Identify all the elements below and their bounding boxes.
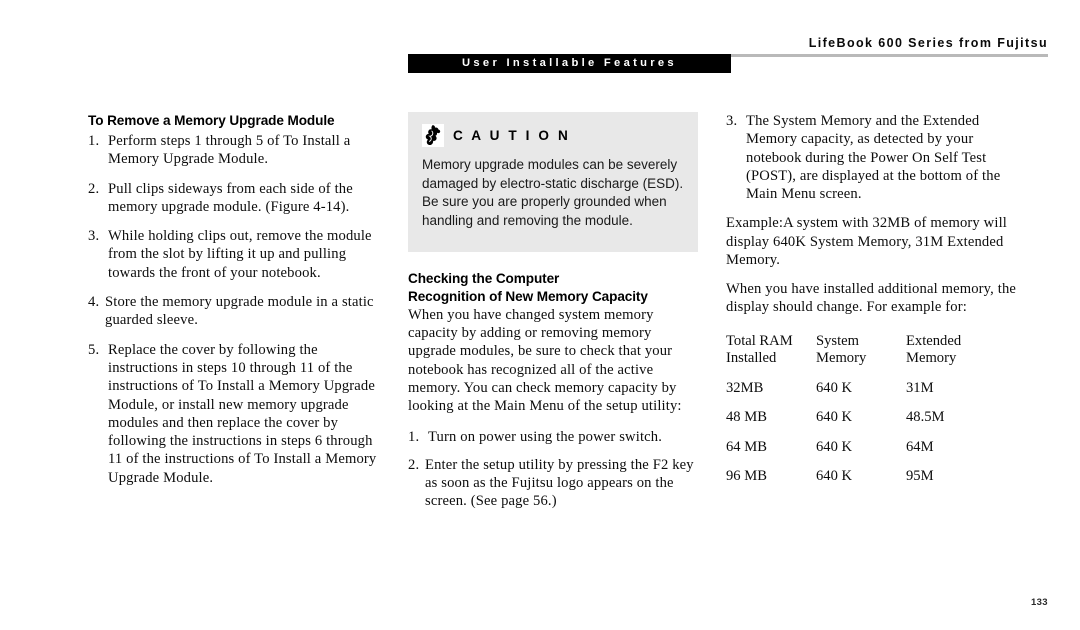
- caution-header: C A U T I O N: [422, 124, 684, 147]
- table-cell: 32MB: [726, 379, 764, 396]
- list-item-number: 1.: [408, 429, 420, 446]
- list-item-number: 2.: [88, 180, 100, 197]
- example-paragraph: Example:A system with 32MB of memory wil…: [726, 215, 1007, 268]
- left-column: To Remove a Memory Upgrade Module 1. Per…: [88, 112, 386, 498]
- table-cell: 640 K: [816, 379, 853, 396]
- document-page: LifeBook 600 Series from Fujitsu User In…: [0, 0, 1080, 630]
- table-cell: 640 K: [816, 409, 853, 426]
- table-cell: 64 MB: [726, 438, 767, 455]
- list-item-text: Perform steps 1 through 5 of To Install …: [108, 133, 351, 168]
- table-row: 64 MB 640 K 64M: [726, 427, 1012, 457]
- list-item-text: The System Memory and the Extended Memor…: [746, 113, 1001, 203]
- table-header-cell: Total RAM: [726, 332, 793, 349]
- list-item-text: Enter the setup utility by pressing the …: [425, 456, 694, 510]
- table-body: 32MB 640 K 31M 48 MB 640 K 48.5M 64 MB 6…: [726, 368, 1012, 486]
- check-memory-steps-continued: 3. The System Memory and the Extended Me…: [726, 112, 1026, 203]
- table-cell: 640 K: [816, 438, 853, 455]
- list-item-text: Turn on power using the power switch.: [428, 429, 663, 446]
- table-cell: 64M: [906, 438, 934, 455]
- table-cell: 31M: [906, 379, 934, 396]
- table-header-row: Installed Memory Memory: [726, 350, 1012, 368]
- list-item-text: While holding clips out, remove the modu…: [108, 228, 372, 281]
- table-head: Total RAM System Extended Installed Memo…: [726, 333, 1012, 368]
- caution-title: C A U T I O N: [453, 128, 571, 143]
- list-item-number: 3.: [726, 113, 738, 129]
- table-cell: 96 MB: [726, 468, 767, 485]
- list-item: 1. Perform steps 1 through 5 of To Insta…: [88, 132, 386, 169]
- list-item: 3. The System Memory and the Extended Me…: [726, 112, 1026, 203]
- list-item-number: 1.: [88, 133, 100, 149]
- table-header-row: Total RAM System Extended: [726, 333, 1012, 351]
- list-item: 3. While holding clips out, remove the m…: [88, 227, 386, 282]
- list-item-number: 5.: [88, 341, 100, 358]
- table-header-cell: Memory: [816, 350, 867, 367]
- right-column: 3. The System Memory and the Extended Me…: [726, 112, 1026, 486]
- table-header-cell: Memory: [906, 350, 957, 367]
- middle-column-heading-line1: Checking the Computer: [408, 271, 560, 286]
- check-memory-steps: 1. Turn on power using the power switch.…: [408, 428, 700, 510]
- list-item: 4. Store the memory upgrade module in a …: [88, 293, 386, 330]
- table-cell: 640 K: [816, 468, 853, 485]
- section-tab: User Installable Features: [408, 54, 731, 73]
- middle-column-heading-line2: Recognition of New Memory Capacity: [408, 288, 648, 304]
- table-header-cell: Extended: [906, 332, 962, 349]
- list-item-text: Pull clips sideways from each side of th…: [108, 180, 353, 215]
- list-item-number: 4.: [88, 294, 100, 311]
- list-item: 2. Enter the setup utility by pressing t…: [408, 456, 700, 511]
- middle-column: Checking the Computer Recognition of New…: [408, 270, 700, 519]
- page-number: 133: [1030, 597, 1048, 608]
- running-head: LifeBook 600 Series from Fujitsu: [808, 36, 1048, 50]
- table-header-cell: System: [816, 332, 859, 349]
- table-cell: 48 MB: [726, 409, 767, 426]
- installed-memory-paragraph: When you have installed additional memor…: [726, 281, 1017, 316]
- caution-box: C A U T I O N Memory upgrade modules can…: [408, 112, 698, 252]
- list-item: 5. Replace the cover by following the in…: [88, 341, 386, 487]
- table-cell: 48.5M: [906, 409, 945, 426]
- table-row: 96 MB 640 K 95M: [726, 456, 1012, 486]
- list-item: 1. Turn on power using the power switch.: [408, 428, 700, 446]
- list-item-text: Replace the cover by following the instr…: [108, 341, 377, 486]
- table-cell: 95M: [906, 468, 934, 485]
- table-row: 32MB 640 K 31M: [726, 368, 1012, 398]
- list-item-number: 2.: [408, 456, 420, 473]
- list-item: 2. Pull clips sideways from each side of…: [88, 180, 386, 217]
- caution-hand-icon: [422, 124, 444, 147]
- caution-body-text: Memory upgrade modules can be severely d…: [422, 157, 684, 228]
- remove-module-steps: 1. Perform steps 1 through 5 of To Insta…: [88, 132, 386, 487]
- table-row: 48 MB 640 K 48.5M: [726, 397, 1012, 427]
- list-item-text: Store the memory upgrade module in a sta…: [105, 294, 374, 329]
- table-header-cell: Installed: [726, 350, 777, 367]
- middle-column-body: When you have changed system memory capa…: [408, 307, 682, 415]
- list-item-number: 3.: [88, 228, 100, 245]
- left-column-heading: To Remove a Memory Upgrade Module: [88, 113, 335, 128]
- memory-capacity-table: Total RAM System Extended Installed Memo…: [726, 333, 1012, 487]
